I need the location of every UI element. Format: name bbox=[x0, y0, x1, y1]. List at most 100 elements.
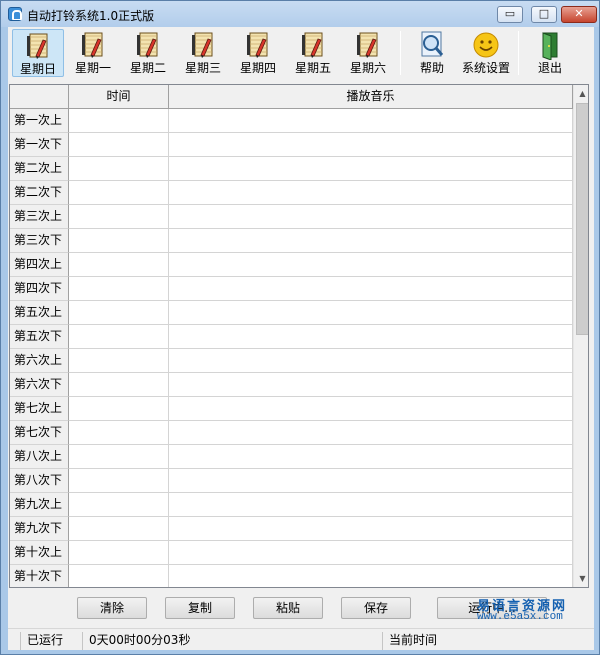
row-header[interactable]: 第四次上 bbox=[10, 253, 69, 277]
row-header[interactable]: 第九次上 bbox=[10, 493, 69, 517]
music-cell[interactable] bbox=[169, 157, 573, 181]
table-row[interactable]: 第六次下 bbox=[10, 373, 573, 397]
row-header[interactable]: 第六次下 bbox=[10, 373, 69, 397]
table-row[interactable]: 第七次上 bbox=[10, 397, 573, 421]
time-cell[interactable] bbox=[69, 325, 169, 349]
tab-tuesday[interactable]: 星期二 bbox=[122, 29, 174, 77]
table-row[interactable]: 第二次上 bbox=[10, 157, 573, 181]
exit-button[interactable]: 退出 bbox=[524, 29, 576, 77]
table-row[interactable]: 第四次下 bbox=[10, 277, 573, 301]
table-row[interactable]: 第三次上 bbox=[10, 205, 573, 229]
table-row[interactable]: 第三次下 bbox=[10, 229, 573, 253]
time-cell[interactable] bbox=[69, 205, 169, 229]
paste-button[interactable]: 粘贴 bbox=[253, 597, 323, 619]
row-header[interactable]: 第十次下 bbox=[10, 565, 69, 587]
music-cell[interactable] bbox=[169, 109, 573, 133]
table-row[interactable]: 第十次上 bbox=[10, 541, 573, 565]
row-header[interactable]: 第三次上 bbox=[10, 205, 69, 229]
table-row[interactable]: 第九次下 bbox=[10, 517, 573, 541]
header-time[interactable]: 时间 bbox=[69, 85, 169, 108]
table-row[interactable]: 第六次上 bbox=[10, 349, 573, 373]
music-cell[interactable] bbox=[169, 373, 573, 397]
music-cell[interactable] bbox=[169, 229, 573, 253]
table-row[interactable]: 第一次上 bbox=[10, 109, 573, 133]
row-header[interactable]: 第五次上 bbox=[10, 301, 69, 325]
schedule-grid[interactable]: 时间 播放音乐 第一次上 第一次下 第二次上 第二次下 第三次上 第三次下 第四次上 第四次下… bbox=[9, 84, 589, 588]
time-cell[interactable] bbox=[69, 133, 169, 157]
clear-button[interactable]: 清除 bbox=[77, 597, 147, 619]
row-header[interactable]: 第七次上 bbox=[10, 397, 69, 421]
table-row[interactable]: 第八次上 bbox=[10, 445, 573, 469]
time-cell[interactable] bbox=[69, 565, 169, 587]
table-row[interactable]: 第九次上 bbox=[10, 493, 573, 517]
time-cell[interactable] bbox=[69, 517, 169, 541]
music-cell[interactable] bbox=[169, 253, 573, 277]
music-cell[interactable] bbox=[169, 277, 573, 301]
table-row[interactable]: 第八次下 bbox=[10, 469, 573, 493]
table-row[interactable]: 第一次下 bbox=[10, 133, 573, 157]
row-header[interactable]: 第八次下 bbox=[10, 469, 69, 493]
row-header[interactable]: 第一次下 bbox=[10, 133, 69, 157]
music-cell[interactable] bbox=[169, 301, 573, 325]
tab-wednesday[interactable]: 星期三 bbox=[177, 29, 229, 77]
table-row[interactable]: 第四次上 bbox=[10, 253, 573, 277]
table-row[interactable]: 第二次下 bbox=[10, 181, 573, 205]
music-cell[interactable] bbox=[169, 493, 573, 517]
music-cell[interactable] bbox=[169, 421, 573, 445]
header-music[interactable]: 播放音乐 bbox=[169, 85, 573, 108]
row-header[interactable]: 第二次上 bbox=[10, 157, 69, 181]
row-header[interactable]: 第二次下 bbox=[10, 181, 69, 205]
time-cell[interactable] bbox=[69, 445, 169, 469]
table-row[interactable]: 第五次下 bbox=[10, 325, 573, 349]
table-row[interactable]: 第五次上 bbox=[10, 301, 573, 325]
settings-button[interactable]: 系统设置 bbox=[460, 29, 512, 77]
time-cell[interactable] bbox=[69, 301, 169, 325]
help-button[interactable]: 帮助 bbox=[406, 29, 458, 77]
tab-saturday[interactable]: 星期六 bbox=[342, 29, 394, 77]
time-cell[interactable] bbox=[69, 277, 169, 301]
time-cell[interactable] bbox=[69, 493, 169, 517]
music-cell[interactable] bbox=[169, 181, 573, 205]
music-cell[interactable] bbox=[169, 445, 573, 469]
row-header[interactable]: 第十次上 bbox=[10, 541, 69, 565]
time-cell[interactable] bbox=[69, 229, 169, 253]
table-row[interactable]: 第七次下 bbox=[10, 421, 573, 445]
row-header[interactable]: 第三次下 bbox=[10, 229, 69, 253]
row-header[interactable]: 第一次上 bbox=[10, 109, 69, 133]
music-cell[interactable] bbox=[169, 565, 573, 587]
maximize-button[interactable]: □ bbox=[531, 6, 557, 23]
music-cell[interactable] bbox=[169, 541, 573, 565]
row-header[interactable]: 第六次上 bbox=[10, 349, 69, 373]
music-cell[interactable] bbox=[169, 469, 573, 493]
time-cell[interactable] bbox=[69, 253, 169, 277]
tab-monday[interactable]: 星期一 bbox=[67, 29, 119, 77]
tab-friday[interactable]: 星期五 bbox=[287, 29, 339, 77]
row-header[interactable]: 第七次下 bbox=[10, 421, 69, 445]
title-bar[interactable]: 自动打铃系统1.0正式版 ▭ □ ✕ bbox=[1, 1, 599, 27]
row-header[interactable]: 第五次下 bbox=[10, 325, 69, 349]
row-header[interactable]: 第九次下 bbox=[10, 517, 69, 541]
scroll-up-icon[interactable]: ▲ bbox=[574, 85, 588, 102]
minimize-button[interactable]: ▭ bbox=[497, 6, 523, 23]
music-cell[interactable] bbox=[169, 517, 573, 541]
scroll-down-icon[interactable]: ▼ bbox=[574, 570, 588, 587]
row-header[interactable]: 第八次上 bbox=[10, 445, 69, 469]
save-button[interactable]: 保存 bbox=[341, 597, 411, 619]
time-cell[interactable] bbox=[69, 349, 169, 373]
music-cell[interactable] bbox=[169, 325, 573, 349]
music-cell[interactable] bbox=[169, 205, 573, 229]
time-cell[interactable] bbox=[69, 373, 169, 397]
time-cell[interactable] bbox=[69, 157, 169, 181]
time-cell[interactable] bbox=[69, 397, 169, 421]
scroll-thumb[interactable] bbox=[576, 103, 588, 335]
vertical-scrollbar[interactable]: ▲ ▼ bbox=[573, 85, 588, 587]
tab-thursday[interactable]: 星期四 bbox=[232, 29, 284, 77]
table-row[interactable]: 第十次下 bbox=[10, 565, 573, 587]
time-cell[interactable] bbox=[69, 541, 169, 565]
tab-sunday[interactable]: 星期日 bbox=[12, 29, 64, 77]
time-cell[interactable] bbox=[69, 421, 169, 445]
music-cell[interactable] bbox=[169, 397, 573, 421]
time-cell[interactable] bbox=[69, 469, 169, 493]
music-cell[interactable] bbox=[169, 133, 573, 157]
copy-button[interactable]: 复制 bbox=[165, 597, 235, 619]
